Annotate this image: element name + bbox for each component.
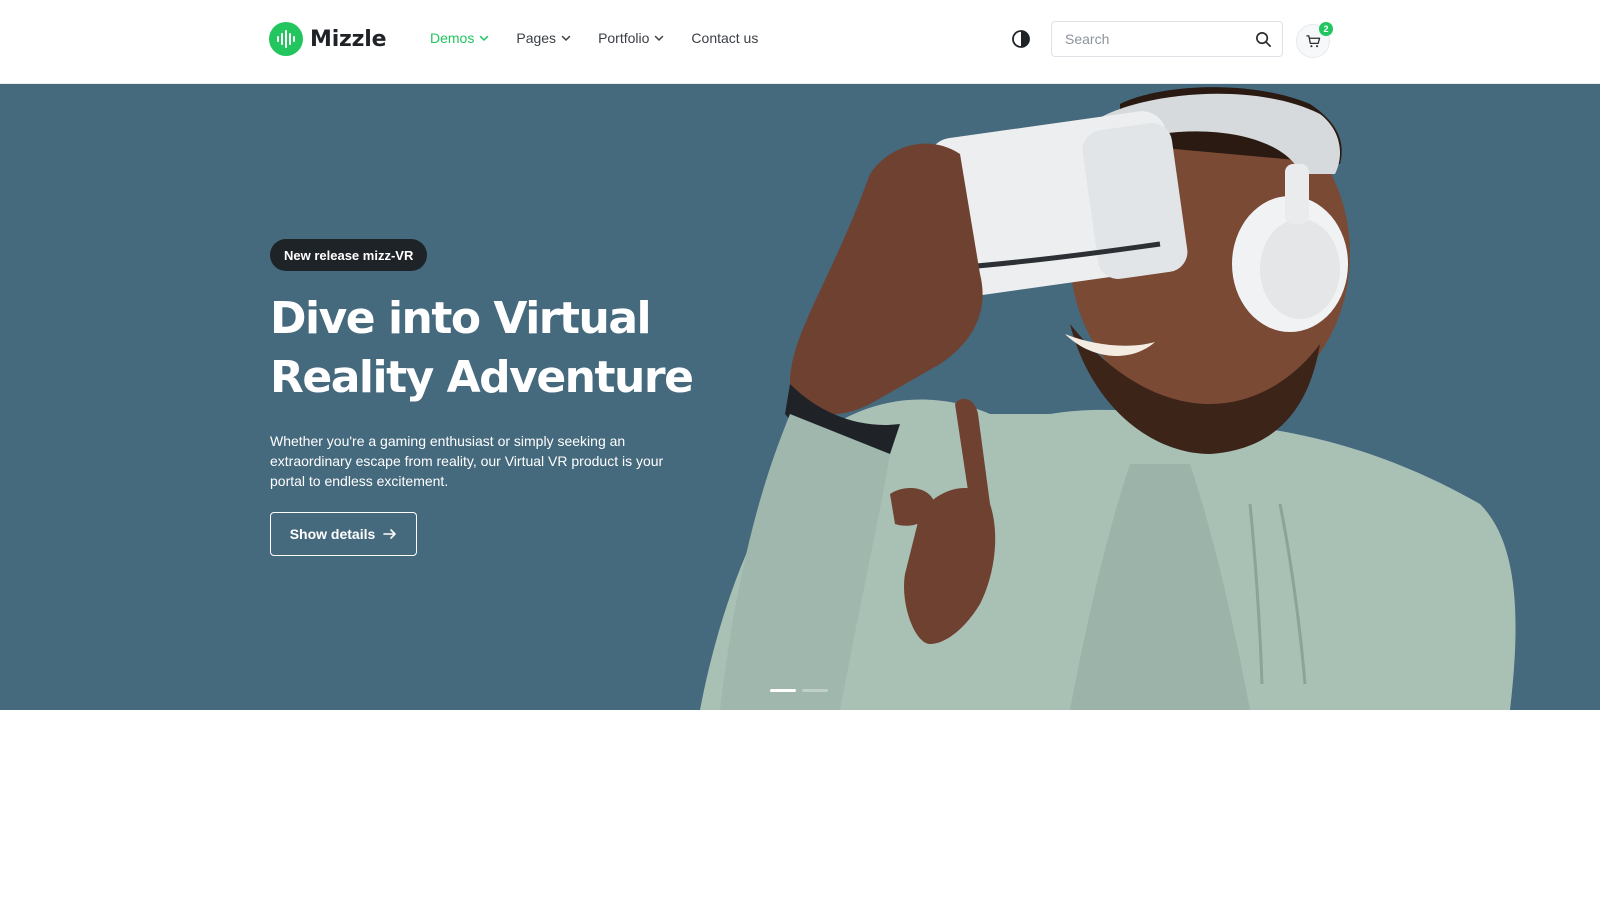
- show-details-button[interactable]: Show details: [270, 512, 417, 556]
- slider-dot-1[interactable]: [770, 689, 796, 692]
- nav-item-portfolio[interactable]: Portfolio: [598, 30, 665, 46]
- button-label: Show details: [289, 526, 376, 542]
- chevron-down-icon: [480, 35, 489, 42]
- nav-item-label: Contact us: [691, 30, 759, 46]
- brand-name: Mizzle: [310, 26, 387, 52]
- search-icon[interactable]: [1255, 31, 1272, 48]
- search-input[interactable]: [1052, 22, 1248, 56]
- slider-pagination: [770, 689, 828, 692]
- chevron-down-icon: [655, 35, 664, 42]
- cart-count-badge: 2: [1319, 22, 1333, 36]
- brand-logo[interactable]: Mizzle: [269, 22, 387, 56]
- nav-item-label: Portfolio: [598, 30, 650, 46]
- soundwave-logo-icon: [269, 22, 303, 56]
- search-box: [1051, 21, 1283, 57]
- contrast-icon[interactable]: [1011, 29, 1031, 49]
- hero-description: Whether you're a gaming enthusiast or si…: [270, 433, 664, 489]
- nav-item-contact[interactable]: Contact us: [691, 30, 758, 46]
- arrow-right-icon: [383, 529, 397, 539]
- main-nav: Demos Pages Portfolio Contact us: [430, 30, 758, 46]
- site-header: Mizzle Demos Pages Portfolio Contact us: [0, 0, 1600, 84]
- nav-item-pages[interactable]: Pages: [516, 30, 572, 46]
- cart-icon: [1305, 34, 1320, 47]
- cart-button[interactable]: 2: [1296, 22, 1333, 58]
- hero-vr-person-image: [700, 87, 1516, 710]
- chevron-down-icon: [561, 35, 571, 42]
- slider-dot-2[interactable]: [802, 689, 828, 692]
- nav-item-demos[interactable]: Demos: [430, 30, 490, 46]
- nav-item-label: Demos: [430, 30, 475, 46]
- nav-item-label: Pages: [516, 30, 557, 46]
- hero-slider: New release mizz-VR Dive into Virtual Re…: [0, 84, 1600, 710]
- hero-headline: Dive into Virtual Reality Adventure: [270, 293, 694, 403]
- new-release-badge: New release mizz-VR: [270, 239, 428, 271]
